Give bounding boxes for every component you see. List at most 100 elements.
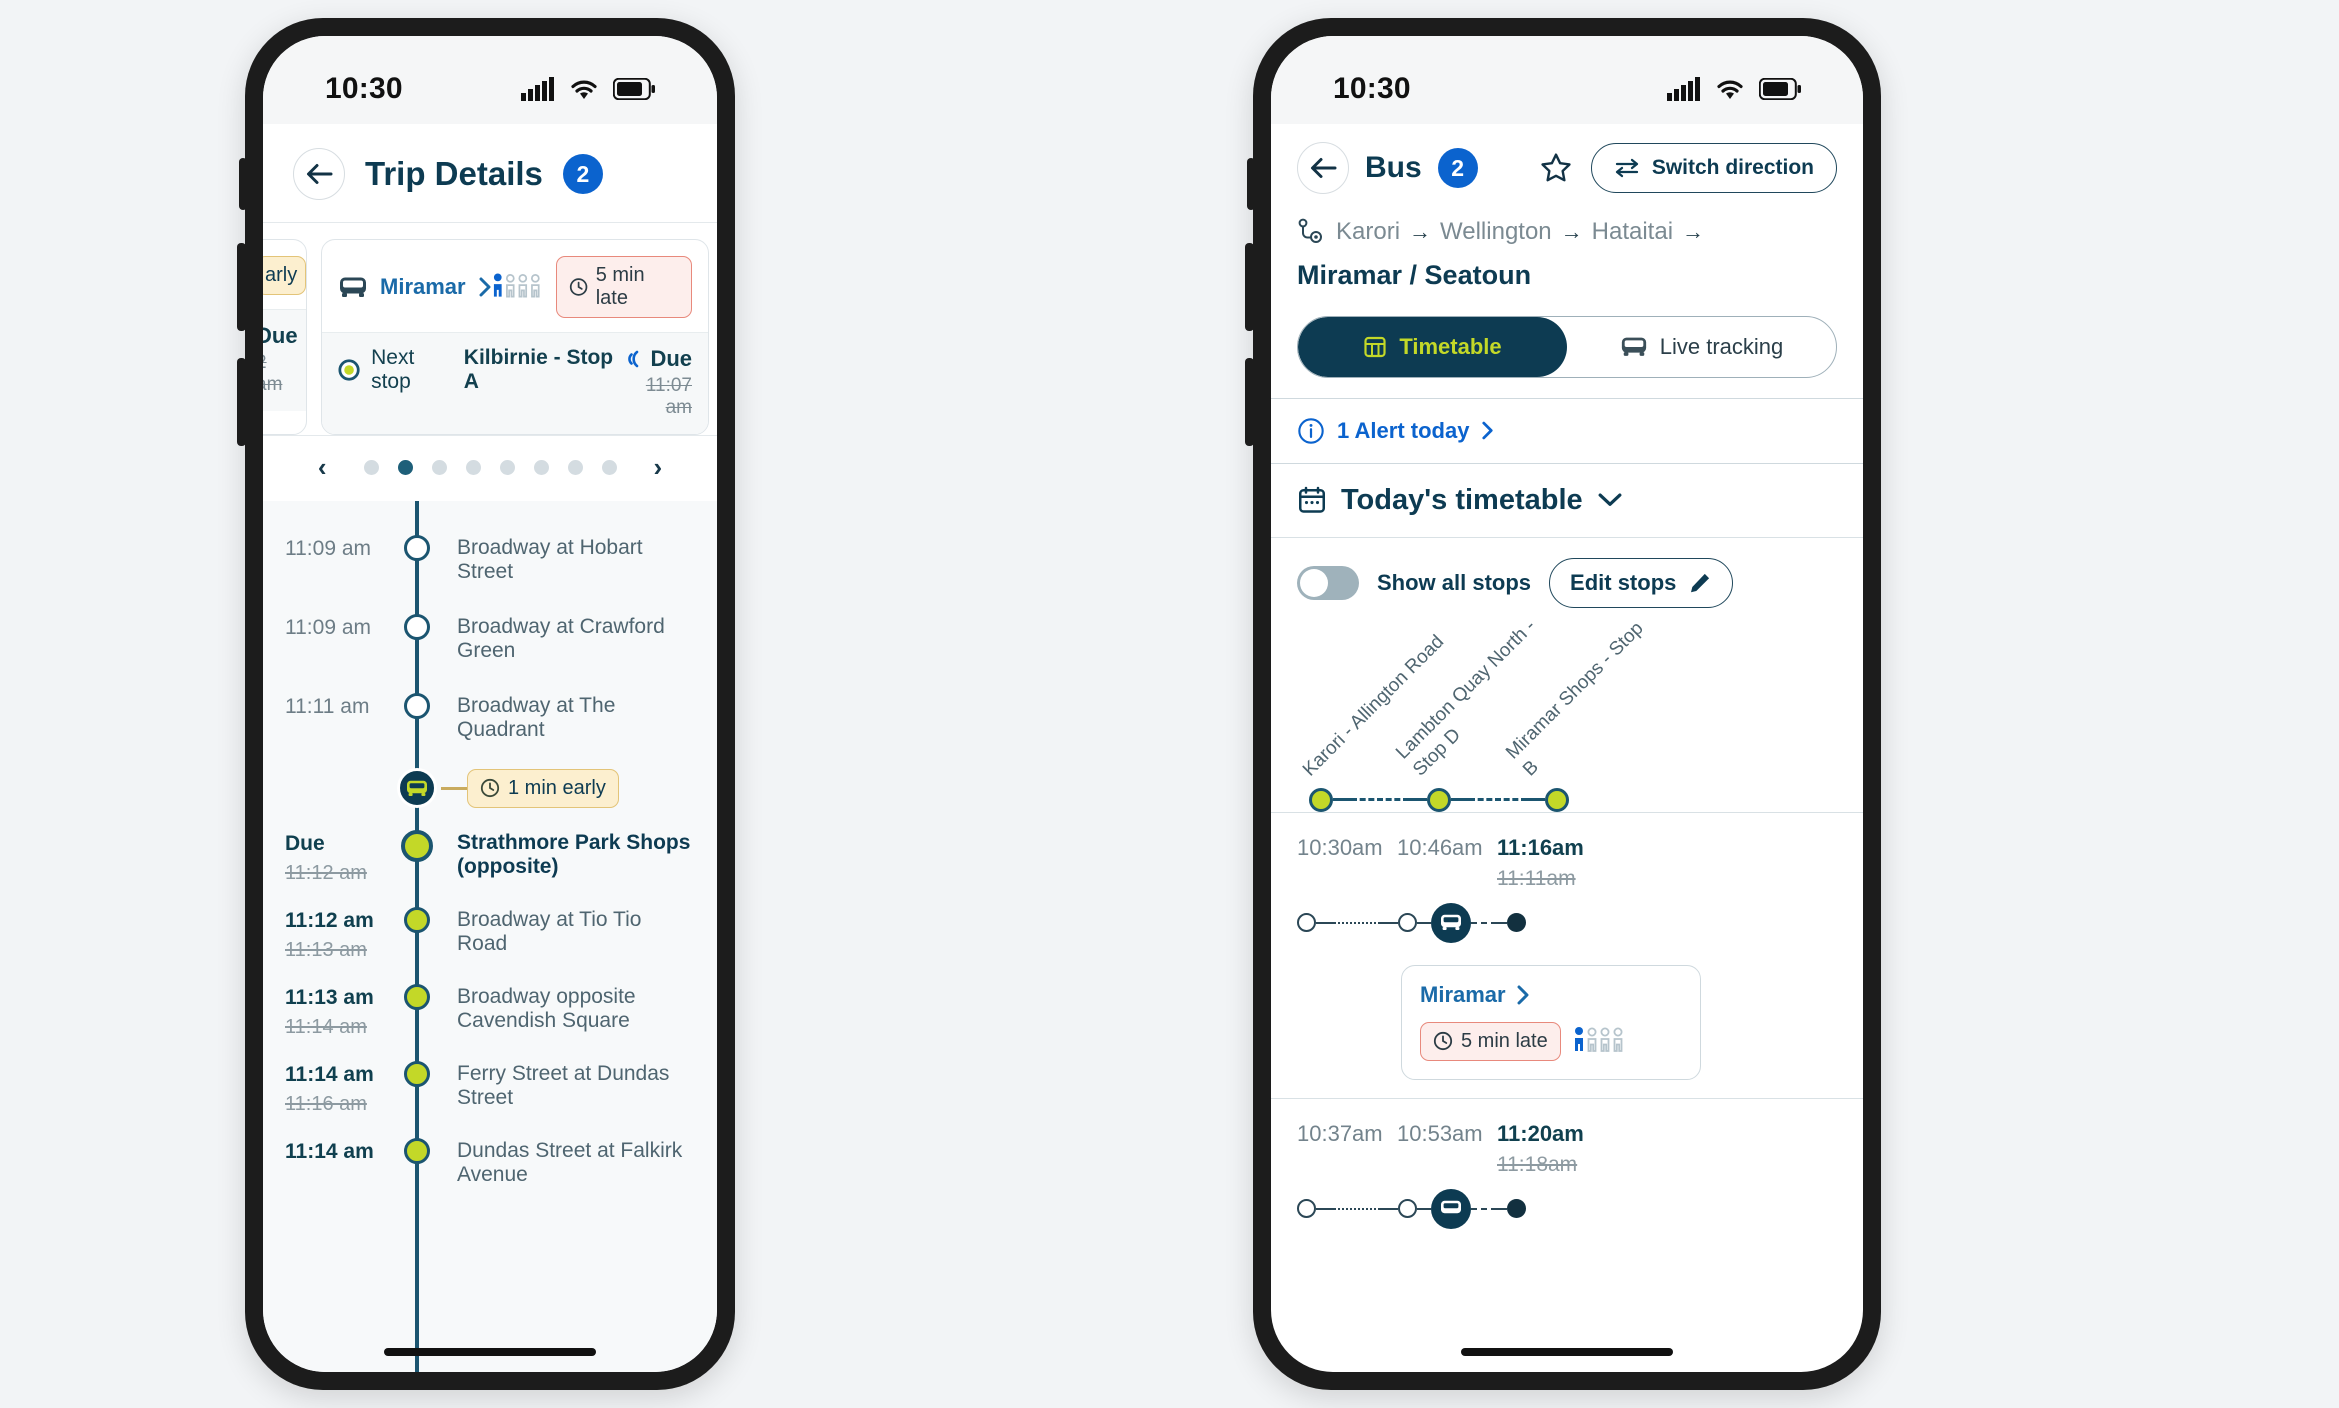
status-badge-early-label: 1 min early [508, 776, 606, 799]
timeline-stop-row[interactable]: 11:12 am 11:13 am Broadway at Tio Tio Ro… [263, 907, 717, 962]
volume-down-button[interactable] [237, 358, 246, 446]
trip-card-status-group: 5 min late [492, 256, 692, 318]
status-badge-early: 1 min early [467, 768, 619, 808]
timetable-grid-icon [1364, 336, 1386, 357]
switch-direction-button[interactable]: Switch direction [1590, 143, 1837, 193]
stop-node-icon-current [401, 830, 433, 862]
volume-up-button[interactable] [237, 243, 246, 331]
timetable-progress-track [1297, 902, 1837, 943]
right-phone-device: 10:30 Bus 2 Switch direction Karori → We… [1245, 18, 1881, 1390]
status-badge-late: 5 min late [555, 256, 692, 318]
tab-timetable[interactable]: Timetable [1298, 316, 1567, 377]
trip-carousel: arly Due 2 am [263, 222, 717, 501]
carousel-dot[interactable] [533, 460, 549, 475]
calendar-icon [1298, 487, 1325, 514]
timeline-stop-row[interactable]: 11:14 am Dundas Street at Falkirk Avenue [263, 1138, 717, 1187]
timeline-time-block: Due 11:12 am [285, 830, 393, 885]
timetable-trip-row[interactable]: 10:30am 10:46am 11:16am 11:11am Miramar … [1271, 811, 1863, 1098]
timeline-stop-name: Broadway at The Quadrant [457, 694, 616, 741]
right-header-left: Bus 2 [1297, 142, 1478, 194]
timeline-stop-row[interactable]: 11:11 am Broadway at The Quadrant [263, 693, 717, 742]
timeline-stop-name: Broadway opposite Cavendish Square [457, 985, 636, 1032]
volume-up-button[interactable] [1245, 243, 1254, 331]
carousel-dot[interactable] [567, 460, 583, 475]
alert-label: 1 Alert today [1337, 417, 1470, 443]
timetable-trip-row[interactable]: 10:37am 10:53am 11:20am 11:18am [1271, 1097, 1863, 1247]
timeline-time: 11:14 am [285, 1063, 374, 1086]
trip-card-active[interactable]: Miramar 5 min late Next stop Kilbirnie -… [321, 239, 709, 435]
alert-banner[interactable]: 1 Alert today [1271, 397, 1863, 464]
show-all-stops-toggle[interactable] [1297, 565, 1359, 600]
carousel-pagination: ‹ › [263, 435, 717, 501]
trip-detail-card[interactable]: Miramar 5 min late [1401, 964, 1701, 1080]
bus-icon [407, 780, 427, 796]
timeline-time: 11:09 am [285, 537, 371, 560]
timeline-time-block: 11:11 am [285, 693, 393, 719]
today-timetable-label: Today's timetable [1341, 483, 1583, 516]
breadcrumb-item-2[interactable]: Hataitai [1592, 216, 1673, 248]
carousel-dot[interactable] [601, 460, 617, 475]
mute-switch[interactable] [1247, 158, 1255, 210]
timetable-time-cell: 10:53am [1397, 1121, 1497, 1147]
toggle-knob [1300, 568, 1328, 597]
timeline-stop-row[interactable]: 11:09 am Broadway at Hobart Street [263, 535, 717, 584]
star-outline-icon[interactable] [1539, 151, 1573, 185]
carousel-dot-active[interactable] [397, 460, 413, 475]
route-pin-icon [1298, 218, 1322, 244]
edit-stops-button[interactable]: Edit stops [1549, 557, 1734, 608]
timetable-scheduled-time: 11:11am [1497, 866, 1576, 890]
carousel-prev-button[interactable]: ‹ [300, 452, 345, 483]
live-bus-marker[interactable] [1431, 1188, 1471, 1229]
carousel-dot[interactable] [465, 460, 481, 475]
trip-card-list: arly Due 2 am [263, 239, 717, 435]
back-button[interactable] [293, 148, 345, 200]
trip-status-group: 5 min late [1420, 1021, 1682, 1061]
live-bus-marker[interactable] [1431, 902, 1471, 943]
carousel-dot[interactable] [431, 460, 447, 475]
breadcrumb-item-0[interactable]: Karori [1336, 216, 1400, 248]
live-bus-marker-row[interactable]: 1 min early [263, 768, 717, 808]
tab-timetable-label: Timetable [1399, 333, 1502, 359]
timeline-time: Due [285, 832, 325, 855]
timeline-stop-row[interactable]: 11:13 am 11:14 am Broadway opposite Cave… [263, 984, 717, 1039]
timeline-time: 11:11 am [285, 695, 370, 718]
stop-timeline[interactable]: 11:09 am Broadway at Hobart Street 11:09… [263, 501, 717, 1372]
carousel-dot[interactable] [363, 460, 379, 475]
left-header: Trip Details 2 [263, 124, 717, 222]
timeline-stop-row[interactable]: 11:14 am 11:16 am Ferry Street at Dundas… [263, 1061, 717, 1116]
stop-node-icon [404, 984, 430, 1010]
timeline-scheduled-time: 11:13 am [285, 939, 367, 961]
timeline-stop-row-current[interactable]: Due 11:12 am Strathmore Park Shops (oppo… [263, 830, 717, 885]
route-link[interactable]: Miramar [1420, 982, 1682, 1008]
breadcrumb-item-1[interactable]: Wellington [1440, 216, 1552, 248]
home-indicator[interactable] [1461, 1348, 1673, 1356]
timetable-time-cell: 10:46am [1397, 835, 1497, 861]
tab-live-tracking-label: Live tracking [1659, 333, 1784, 359]
route-link[interactable]: Miramar [338, 274, 492, 300]
mute-switch[interactable] [239, 158, 247, 210]
timeline-axis [393, 768, 441, 808]
timeline-time: 11:14 am [285, 1140, 374, 1163]
live-bus-marker[interactable] [397, 768, 437, 808]
carousel-dot[interactable] [499, 460, 515, 475]
tab-live-tracking[interactable]: Live tracking [1567, 317, 1836, 377]
volume-down-button[interactable] [1245, 358, 1254, 446]
today-timetable-selector[interactable]: Today's timetable [1271, 464, 1863, 538]
trip-card-previous[interactable]: arly Due 2 am [263, 239, 307, 435]
timeline-time-block: 11:13 am 11:14 am [285, 984, 393, 1039]
stop-segment [1333, 798, 1351, 802]
timeline-axis [393, 535, 441, 561]
left-status-bar: 10:30 [263, 36, 717, 124]
timeline-axis [393, 907, 441, 933]
edit-stops-label: Edit stops [1570, 569, 1677, 595]
bus-icon [340, 277, 366, 297]
timeline-stop-row[interactable]: 11:09 am Broadway at Crawford Green [263, 614, 717, 663]
track-segment [1380, 921, 1398, 924]
live-signal-icon [628, 350, 639, 368]
due-line: Due [620, 346, 692, 372]
carousel-next-button[interactable]: › [636, 452, 681, 483]
due-label-partial: Due [263, 323, 298, 348]
back-button[interactable] [1297, 142, 1349, 194]
bus-icon [1441, 1201, 1461, 1214]
home-indicator[interactable] [384, 1348, 596, 1356]
